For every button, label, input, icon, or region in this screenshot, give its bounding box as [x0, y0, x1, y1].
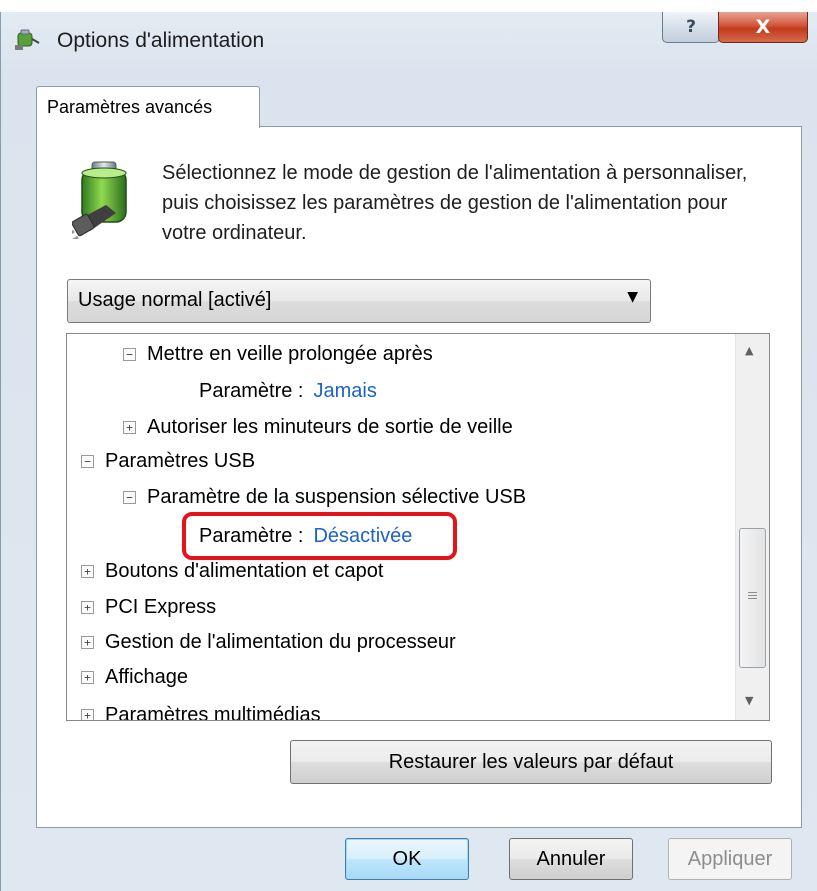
power-plug-icon — [15, 29, 40, 50]
collapse-icon[interactable]: − — [81, 454, 94, 468]
power-plan-dropdown[interactable]: Usage normal [activé] ▼ — [67, 279, 651, 323]
tree-item-label: PCI Express — [105, 595, 217, 618]
expand-icon[interactable]: + — [123, 420, 136, 434]
power-plan-selected: Usage normal [activé] — [78, 289, 272, 311]
tree-setting-hibernate-value[interactable]: Paramètre : Jamais — [199, 374, 377, 408]
tree-item-display[interactable]: + Affichage — [81, 660, 188, 694]
tree-item-wake-timers[interactable]: + Autoriser les minuteurs de sortie de v… — [123, 410, 513, 444]
ok-button[interactable]: OK — [345, 838, 469, 880]
setting-value-link[interactable]: Désactivée — [313, 525, 412, 548]
tree-item-pci-express[interactable]: + PCI Express — [81, 590, 216, 624]
restore-defaults-button[interactable]: Restaurer les valeurs par défaut — [290, 740, 772, 784]
tree-item-processor-power[interactable]: + Gestion de l'alimentation du processeu… — [81, 625, 456, 659]
scroll-down-icon[interactable]: ▼ — [745, 694, 753, 707]
setting-value-link[interactable]: Jamais — [313, 380, 376, 403]
dropdown-arrow-icon: ▼ — [627, 289, 638, 305]
expand-icon[interactable]: + — [81, 708, 94, 720]
scroll-thumb[interactable] — [739, 528, 766, 668]
tree-item-usb-selective-suspend[interactable]: − Paramètre de la suspension sélective U… — [123, 480, 526, 514]
tree-item-usb-settings[interactable]: − Paramètres USB — [81, 444, 255, 478]
tree-item-label: Mettre en veille prolongée après — [147, 342, 433, 365]
tree-item-power-buttons-lid[interactable]: + Boutons d'alimentation et capot — [81, 554, 383, 588]
tree-item-label: Paramètre de la suspension sélective USB — [147, 485, 527, 508]
tree-item-label: Boutons d'alimentation et capot — [105, 559, 384, 582]
tree-item-hibernate-after[interactable]: − Mettre en veille prolongée après — [123, 337, 433, 371]
tab-label: Paramètres avancés — [47, 97, 213, 117]
tab-advanced-settings[interactable]: Paramètres avancés — [36, 86, 260, 128]
setting-label: Paramètre : — [199, 524, 304, 547]
battery-plug-icon — [72, 161, 127, 239]
apply-button[interactable]: Appliquer — [668, 838, 792, 880]
tree-item-label: Autoriser les minuteurs de sortie de vei… — [147, 415, 513, 438]
window-title: Options d'alimentation — [57, 29, 265, 52]
description-text: Sélectionnez le mode de gestion de l'ali… — [162, 162, 748, 244]
cancel-button[interactable]: Annuler — [509, 838, 633, 880]
help-icon: ? — [686, 17, 696, 37]
expand-icon[interactable]: + — [81, 670, 94, 684]
collapse-icon[interactable]: − — [123, 347, 136, 361]
scroll-up-icon[interactable]: ▲ — [745, 344, 753, 357]
tree-item-label: Paramètres multimédias — [105, 703, 321, 721]
collapse-icon[interactable]: − — [123, 490, 136, 504]
close-icon: X — [755, 16, 771, 38]
expand-icon[interactable]: + — [81, 564, 94, 578]
expand-icon[interactable]: + — [81, 635, 94, 649]
grip-icon — [748, 592, 757, 602]
help-button[interactable]: ? — [662, 12, 720, 43]
close-button[interactable]: X — [718, 12, 808, 43]
tree-item-label: Gestion de l'alimentation du processeur — [105, 630, 456, 653]
expand-icon[interactable]: + — [81, 600, 94, 614]
tree-setting-usb-suspend-value[interactable]: Paramètre : Désactivée — [199, 519, 412, 553]
tree-item-multimedia[interactable]: + Paramètres multimédias — [81, 698, 321, 721]
tree-item-label: Affichage — [105, 665, 189, 688]
settings-tree[interactable]: − Mettre en veille prolongée après Param… — [66, 333, 770, 721]
tree-item-label: Paramètres USB — [105, 449, 256, 472]
vertical-scrollbar[interactable]: ▲ ▼ — [735, 334, 769, 720]
title-bar[interactable]: Options d'alimentation ? X — [1, 12, 817, 68]
setting-label: Paramètre : — [199, 379, 304, 402]
